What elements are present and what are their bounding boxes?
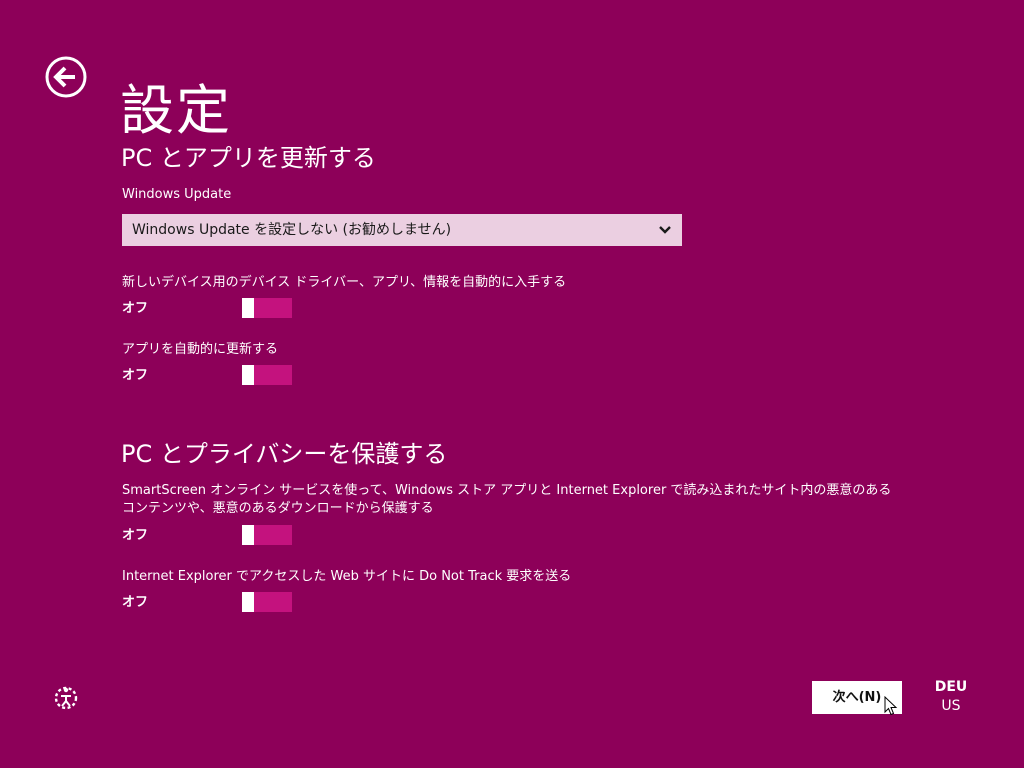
windows-update-dropdown[interactable]: Windows Update を設定しない (お勧めしません) [122,214,682,246]
input-language-code: DEU [934,679,968,695]
driver-update-state: オフ [122,301,149,316]
mouse-pointer-icon [884,696,898,716]
do-not-track-toggle[interactable] [242,592,292,612]
toggle-thumb [242,592,254,612]
toggle-track [256,595,289,609]
windows-update-selected-value: Windows Update を設定しない (お勧めしません) [132,222,452,238]
ease-of-access-icon [54,686,78,710]
driver-update-toggle[interactable] [242,298,292,318]
driver-update-label: 新しいデバイス用のデバイス ドライバー、アプリ、情報を自動的に入手する [122,275,567,290]
toggle-track [256,368,289,382]
keyboard-layout-code: US [941,698,961,714]
app-update-state: オフ [122,368,149,383]
toggle-track [256,528,289,542]
do-not-track-label: Internet Explorer でアクセスした Web サイトに Do No… [122,569,572,584]
update-section-title: PC とアプリを更新する [121,144,376,172]
page-title: 設定 [120,79,232,143]
privacy-section-title: PC とプライバシーを保護する [121,440,448,468]
ease-of-access-button[interactable] [52,684,80,712]
toggle-thumb [242,365,254,385]
windows-update-label: Windows Update [122,187,232,202]
app-update-label: アプリを自動的に更新する [122,342,279,357]
toggle-thumb [242,298,254,318]
smartscreen-toggle[interactable] [242,525,292,545]
back-button[interactable] [45,56,87,98]
toggle-thumb [242,525,254,545]
toggle-track [256,301,289,315]
app-update-toggle[interactable] [242,365,292,385]
input-language-indicator[interactable]: DEU US [930,678,972,716]
chevron-down-icon [659,226,671,234]
do-not-track-state: オフ [122,595,149,610]
smartscreen-label: SmartScreen オンライン サービスを使って、Windows ストア ア… [122,483,892,516]
smartscreen-state: オフ [122,528,149,543]
back-arrow-icon [45,56,87,98]
settings-page: 設定 PC とアプリを更新する Windows Update Windows U… [0,0,1024,768]
